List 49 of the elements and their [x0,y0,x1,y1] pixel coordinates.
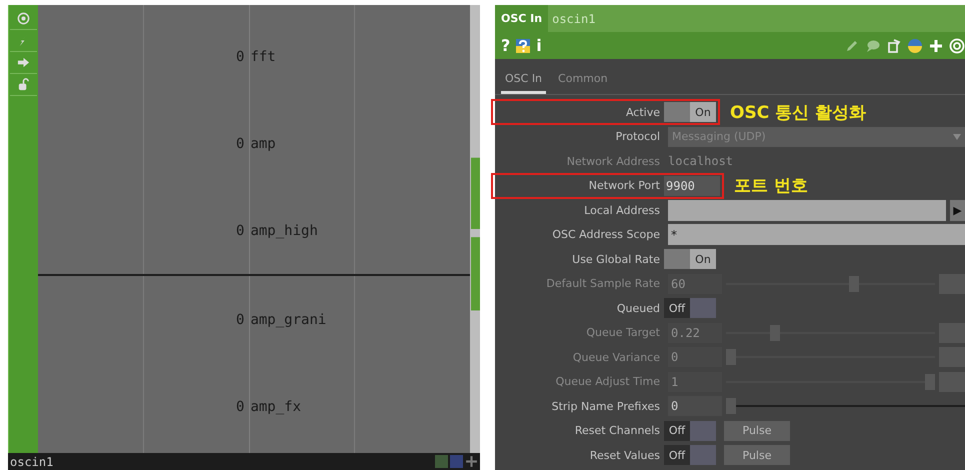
slider-value-field[interactable]: 0 [668,396,722,416]
parameter-label: Reset Values [588,448,660,462]
pulse-button[interactable]: Pulse [724,445,790,466]
text-field[interactable] [668,200,946,221]
parameter-tab[interactable]: OSC In [501,72,546,94]
slider-handle[interactable] [726,398,736,414]
expand-button[interactable]: ▶ [950,200,965,221]
info-button[interactable]: i [536,36,542,55]
text-field[interactable]: * [668,224,965,246]
parameter-label: OSC Address Scope [551,228,660,242]
channel-name: amp_fx [250,399,302,416]
name-field[interactable]: oscin1 [548,5,965,32]
channel-value: 0 [236,222,244,239]
channel-name: amp_high [250,222,318,239]
parameter-label: Default Sample Rate [545,277,660,290]
channel-value: 0 [236,48,244,65]
parameter-label: Queue Variance [572,350,660,364]
address-value: localhost [668,154,734,168]
scrollbar-drawing[interactable] [470,5,480,453]
help-button[interactable]: ? [501,36,510,55]
parameter-label: Reset Channels [574,424,660,438]
channel-value: 0 [236,136,244,152]
parameter-tab[interactable]: Common [554,72,612,94]
parameter-label: Network Port [588,179,660,192]
viewer-toggle[interactable] [435,455,448,468]
port-field[interactable]: 9900 [664,176,720,196]
operator-type: OSC In [500,12,544,25]
parameter-label: Network Address [566,154,660,168]
parameter-label: Queue Adjust Time [554,375,660,388]
pulse-button[interactable]: Pulse [724,420,790,441]
annotation-text: OSC 통신 활성화 [730,102,866,124]
channel-value: 0 [236,399,244,416]
caret-icon [953,134,961,140]
channel-value: 0 [236,312,244,328]
parameter-label: Local Address [583,204,660,217]
operator-name: oscin1 [9,454,54,468]
parameter-label: Queue Target [585,326,660,340]
channel-name: amp_grani [250,312,326,328]
annotation-text: 포트 번호 [734,175,808,198]
speech-bubble-icon[interactable] [865,38,881,54]
viewer-toggle[interactable] [450,455,463,468]
parameter-label: Queued [616,302,660,315]
parameter-label: Active [624,106,660,119]
parameter-label: Use Global Rate [571,252,660,266]
channel-name: amp [250,136,276,152]
plus-icon[interactable] [928,38,944,54]
parameter-label: Protocol [614,130,660,144]
channel-name: fft [250,48,276,65]
parameter-label: Strip Name Prefixes [550,400,660,413]
